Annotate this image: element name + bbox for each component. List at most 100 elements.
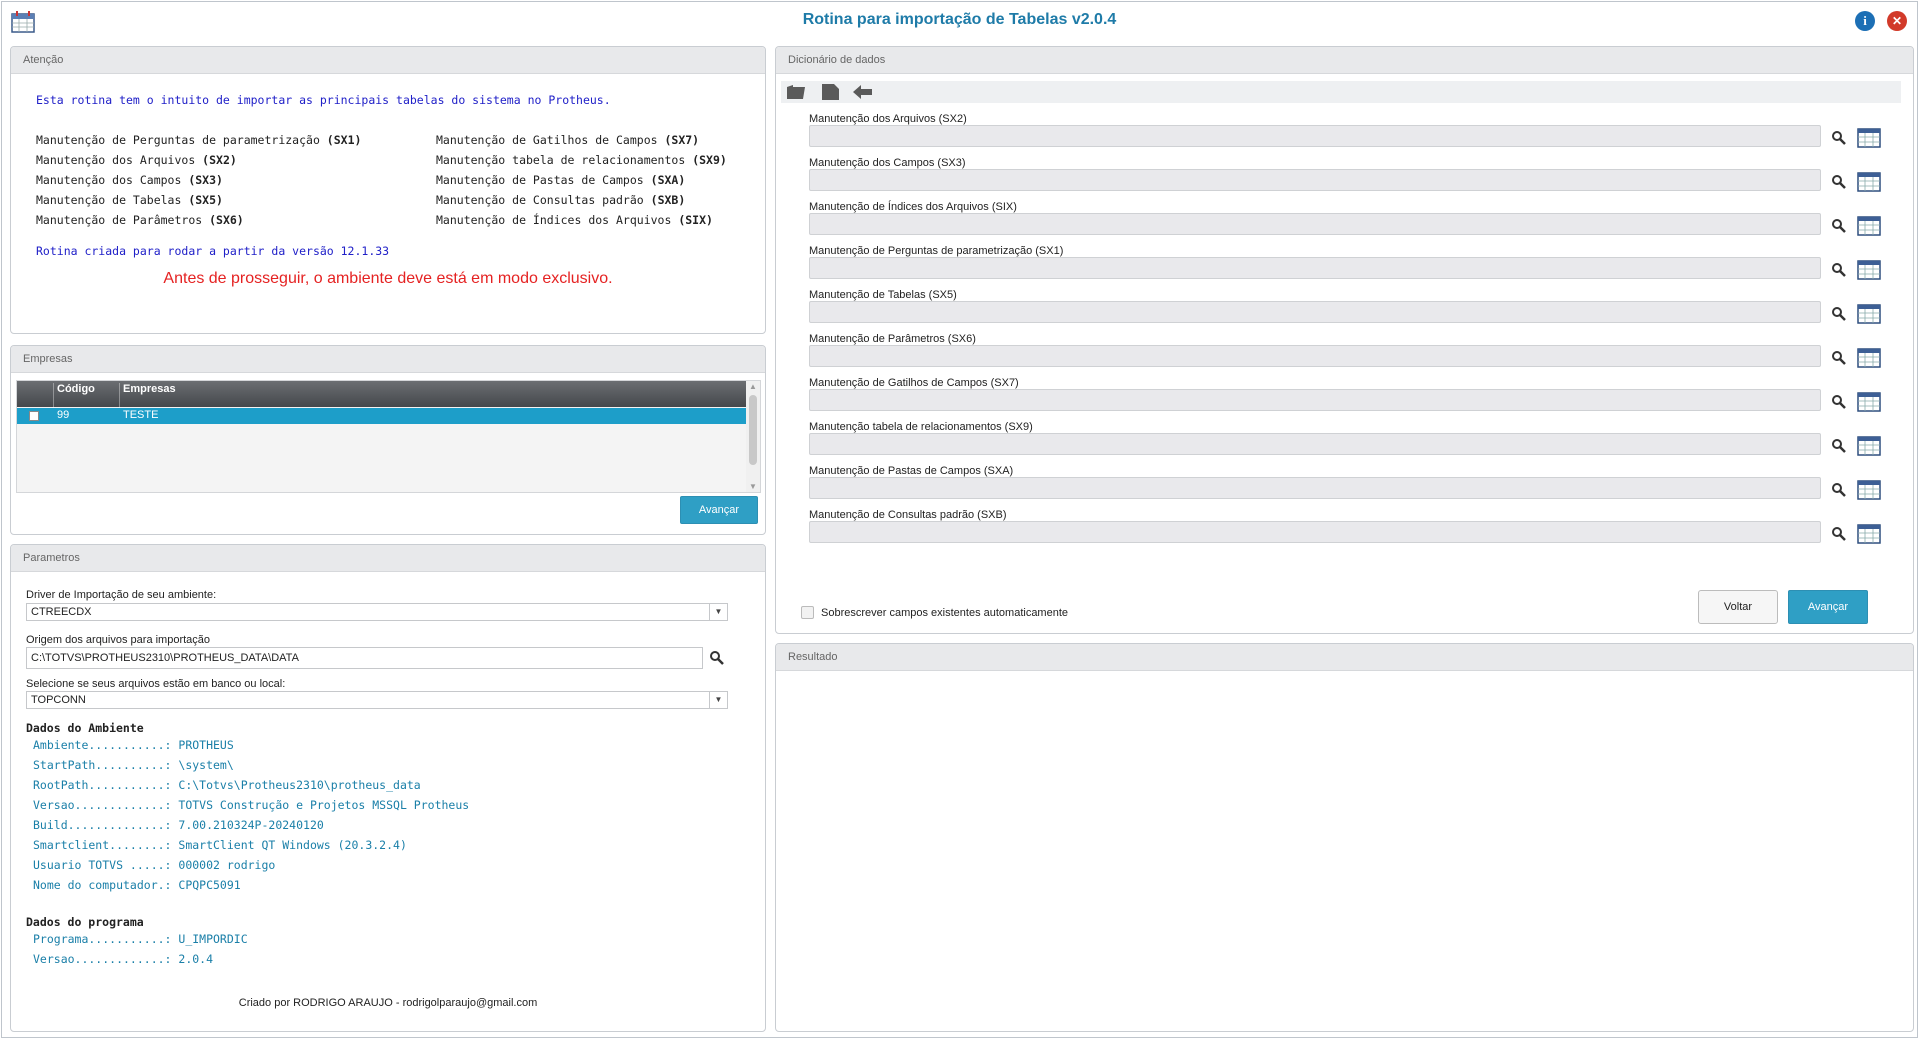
dicionario-field-label: Manutenção de Pastas de Campos (SXA): [809, 465, 1014, 477]
dicionario-next-button[interactable]: Avançar: [1788, 590, 1868, 624]
save-icon[interactable]: [819, 83, 841, 101]
list-item: Ambiente...........: PROTHEUS: [33, 738, 234, 752]
search-icon[interactable]: [1831, 350, 1847, 366]
version-note: Rotina criada para rodar a partir da ver…: [36, 244, 390, 258]
list-item: Manutenção dos Arquivos (SX2): [36, 153, 237, 167]
info-button[interactable]: i: [1855, 11, 1875, 31]
table-grid-icon[interactable]: [1857, 260, 1881, 280]
empresas-grid: Código Empresas 99 TESTE ▲ ▼: [16, 380, 761, 493]
list-item: Versao.............: TOTVS Construção e …: [33, 798, 470, 812]
list-item: Manutenção de Perguntas de parametrizaçã…: [36, 133, 362, 147]
search-icon[interactable]: [1831, 218, 1847, 234]
search-icon[interactable]: [1831, 526, 1847, 542]
chevron-down-icon[interactable]: ▼: [709, 692, 727, 708]
main-window: Rotina para importação de Tabelas v2.0.4…: [1, 1, 1918, 1038]
row-checkbox[interactable]: [29, 411, 39, 421]
list-item: Versao.............: 2.0.4: [33, 952, 214, 966]
parametros-header: Parametros: [11, 545, 765, 572]
table-grid-icon[interactable]: [1857, 348, 1881, 368]
overwrite-label[interactable]: Sobrescrever campos existentes automatic…: [821, 607, 1068, 619]
scroll-down-icon[interactable]: ▼: [749, 482, 757, 491]
table-grid-icon[interactable]: [1857, 304, 1881, 324]
origem-input[interactable]: C:\TOTVS\PROTHEUS2310\PROTHEUS_DATA\DATA: [26, 647, 703, 669]
atencao-intro: Esta rotina tem o intuito de importar as…: [36, 93, 611, 107]
programa-lines: Programa...........: U_IMPORDIC Versao..…: [33, 929, 248, 969]
row-empresa: TESTE: [123, 409, 159, 421]
dicionario-field-input[interactable]: [809, 301, 1821, 323]
dicionario-field-input[interactable]: [809, 477, 1821, 499]
programa-title: Dados do programa: [26, 915, 144, 929]
dicionario-field-input[interactable]: [809, 433, 1821, 455]
dicionario-field-input[interactable]: [809, 389, 1821, 411]
search-icon[interactable]: [1831, 130, 1847, 146]
search-icon[interactable]: [1831, 262, 1847, 278]
search-icon[interactable]: [1831, 482, 1847, 498]
local-select[interactable]: TOPCONN ▼: [26, 691, 728, 709]
dicionario-field-input[interactable]: [809, 521, 1821, 543]
exclusive-mode-warning: Antes de prosseguir, o ambiente deve est…: [163, 270, 613, 287]
search-icon[interactable]: [1831, 174, 1847, 190]
dicionario-field-label: Manutenção de Perguntas de parametrizaçã…: [809, 245, 1064, 257]
back-button[interactable]: Voltar: [1698, 590, 1778, 624]
dicionario-field-input[interactable]: [809, 257, 1821, 279]
table-grid-icon[interactable]: [1857, 436, 1881, 456]
list-item: Manutenção de Tabelas (SX5): [36, 193, 223, 207]
table-grid-icon[interactable]: [1857, 480, 1881, 500]
dicionario-toolbar: [781, 81, 1901, 103]
close-button[interactable]: ✕: [1887, 11, 1907, 31]
author-credit: Criado por RODRIGO ARAUJO - rodrigolpara…: [238, 997, 538, 1009]
resultado-header: Resultado: [776, 644, 1913, 671]
list-item: Manutenção tabela de relacionamentos (SX…: [436, 153, 727, 167]
dicionario-field-label: Manutenção tabela de relacionamentos (SX…: [809, 421, 1033, 433]
scroll-thumb[interactable]: [749, 395, 757, 465]
list-item: Smartclient........: SmartClient QT Wind…: [33, 838, 407, 852]
list-item: Manutenção de Índices dos Arquivos (SIX): [436, 213, 713, 227]
column-header-codigo[interactable]: Código: [57, 383, 95, 395]
search-icon[interactable]: [709, 650, 725, 666]
list-item: Manutenção de Consultas padrão (SXB): [436, 193, 686, 207]
dicionario-field-label: Manutenção de Índices dos Arquivos (SIX): [809, 201, 1017, 213]
list-item: StartPath..........: \system\: [33, 758, 234, 772]
resultado-panel: Resultado: [775, 643, 1914, 1032]
column-header-empresas[interactable]: Empresas: [123, 383, 176, 395]
search-icon[interactable]: [1831, 438, 1847, 454]
driver-label: Driver de Importação de seu ambiente:: [26, 589, 217, 601]
dicionario-field-input[interactable]: [809, 169, 1821, 191]
table-grid-icon[interactable]: [1857, 128, 1881, 148]
driver-select[interactable]: CTREECDX ▼: [26, 603, 728, 621]
dicionario-field-label: Manutenção de Gatilhos de Campos (SX7): [809, 377, 1019, 389]
row-codigo: 99: [57, 409, 70, 421]
list-item: Build..............: 7.00.210324P-202401…: [33, 818, 324, 832]
dicionario-field-input[interactable]: [809, 125, 1821, 147]
scroll-up-icon[interactable]: ▲: [749, 382, 757, 391]
search-icon[interactable]: [1831, 394, 1847, 410]
local-label: Selecione se seus arquivos estão em banc…: [26, 678, 286, 690]
chevron-down-icon[interactable]: ▼: [709, 604, 727, 620]
atencao-right-list: Manutenção de Gatilhos de Campos (SX7) M…: [436, 130, 727, 230]
title-bar: Rotina para importação de Tabelas v2.0.4…: [2, 2, 1917, 40]
back-arrow-icon[interactable]: [851, 83, 873, 101]
atencao-header: Atenção: [11, 47, 765, 74]
table-row[interactable]: 99 TESTE: [17, 408, 747, 424]
empresas-next-button[interactable]: Avançar: [680, 496, 758, 524]
table-grid-icon[interactable]: [1857, 172, 1881, 192]
grid-header: Código Empresas: [17, 381, 747, 409]
search-icon[interactable]: [1831, 306, 1847, 322]
table-grid-icon[interactable]: [1857, 216, 1881, 236]
dicionario-field-label: Manutenção de Parâmetros (SX6): [809, 333, 976, 345]
open-folder-icon[interactable]: [785, 83, 807, 101]
grid-scrollbar[interactable]: ▲ ▼: [746, 381, 760, 492]
dicionario-field-input[interactable]: [809, 213, 1821, 235]
atencao-panel: Atenção Esta rotina tem o intuito de imp…: [10, 46, 766, 334]
table-grid-icon[interactable]: [1857, 392, 1881, 412]
dicionario-field-input[interactable]: [809, 345, 1821, 367]
ambiente-lines: Ambiente...........: PROTHEUS StartPath.…: [33, 735, 469, 895]
dicionario-panel: Dicionário de dados Manutenção dos Arqui…: [775, 46, 1914, 634]
overwrite-checkbox[interactable]: [801, 606, 814, 619]
list-item: Nome do computador.: CPQPC5091: [33, 878, 241, 892]
table-grid-icon[interactable]: [1857, 524, 1881, 544]
dicionario-field-label: Manutenção dos Arquivos (SX2): [809, 113, 967, 125]
list-item: Manutenção de Gatilhos de Campos (SX7): [436, 133, 700, 147]
dicionario-field-label: Manutenção de Consultas padrão (SXB): [809, 509, 1007, 521]
ambiente-title: Dados do Ambiente: [26, 721, 144, 735]
